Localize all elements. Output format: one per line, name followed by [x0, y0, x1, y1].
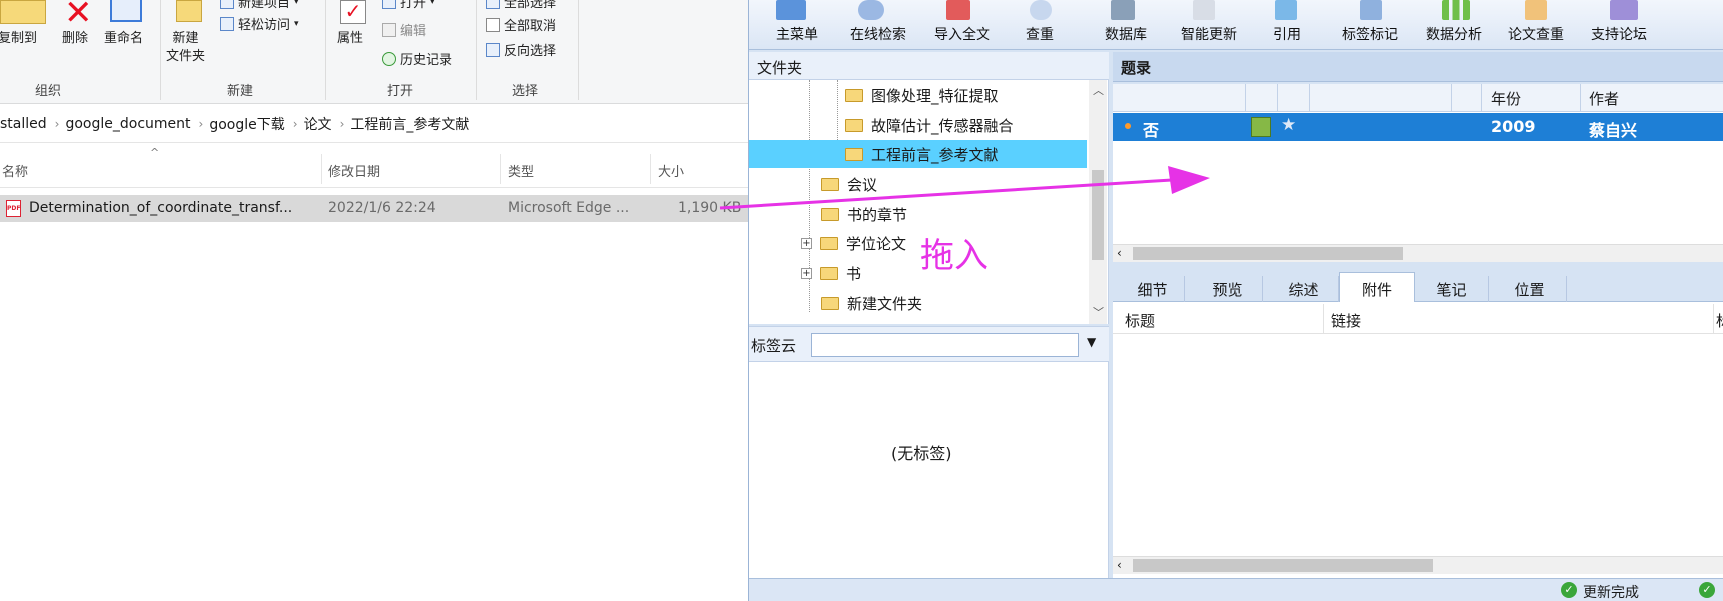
drag-arrow-overlay: [719, 166, 1210, 210]
drag-arrow-head-icon: [1168, 166, 1210, 194]
drag-annotation-label: 拖入: [920, 236, 988, 276]
drag-arrow-line: [719, 178, 1173, 210]
